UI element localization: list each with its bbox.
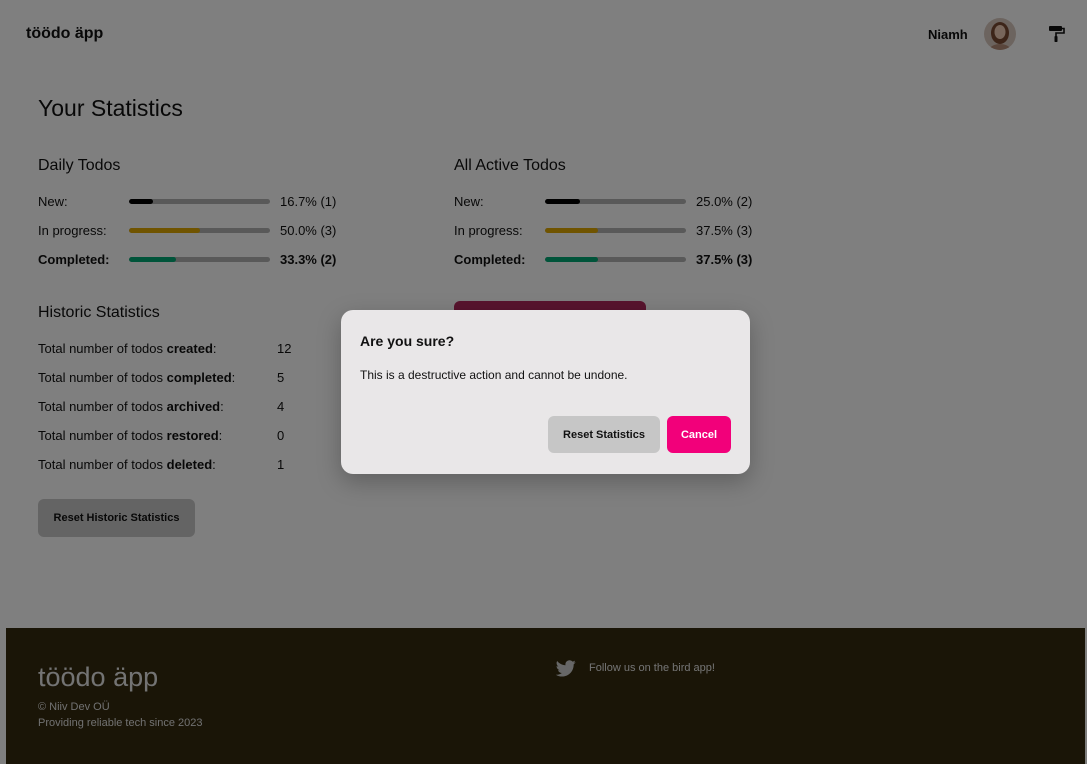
dialog-message: This is a destructive action and cannot … (360, 368, 628, 382)
dialog-title: Are you sure? (360, 333, 455, 349)
confirm-reset-button[interactable]: Reset Statistics (548, 416, 660, 453)
cancel-button[interactable]: Cancel (667, 416, 731, 453)
confirm-dialog: Are you sure? This is a destructive acti… (341, 310, 750, 474)
